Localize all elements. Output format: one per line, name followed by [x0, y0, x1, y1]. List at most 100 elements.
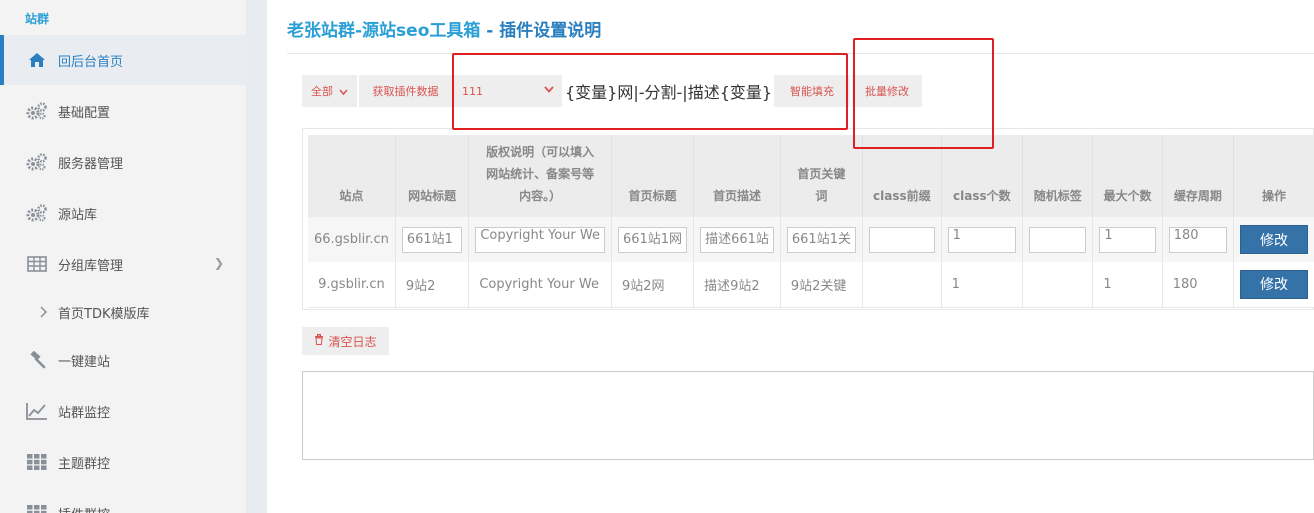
max-count-input[interactable]: 1 [1099, 226, 1156, 253]
edit-button[interactable]: 修改 [1239, 225, 1308, 254]
edit-button[interactable]: 修改 [1239, 269, 1308, 299]
sidebar: 站群 回后台首页 基础配置 服务器管理 源站库 分组库管理 ❯ 首页TDK模版库… [0, 0, 246, 513]
sidebar-item-home[interactable]: 回后台首页 [0, 35, 246, 85]
smart-fill-button[interactable]: 智能填充 [774, 75, 850, 107]
action-cell: 修改 [1233, 262, 1314, 308]
class-count-value: 1 [951, 276, 960, 292]
column-header: 随机标签 [1022, 135, 1094, 217]
sidebar-item-monitor[interactable]: 站群监控 [0, 386, 246, 436]
copyright-input[interactable]: Copyright Your We [475, 226, 605, 253]
line-chart-icon [26, 402, 48, 420]
home-desc-cell: 描述9站2 [693, 262, 781, 308]
sidebar-item-basic-config[interactable]: 基础配置 [0, 86, 246, 136]
log-textarea[interactable] [302, 371, 1314, 460]
table-icon [26, 255, 48, 273]
home-desc-cell: 描述661站 [693, 217, 781, 262]
column-header: class个数 [941, 135, 1024, 217]
chevron-right-icon: ❯ [213, 256, 224, 270]
random-tag-input[interactable] [1029, 226, 1087, 253]
sidebar-item-tdk-templates[interactable]: 首页TDK模版库 [0, 287, 246, 337]
sidebar-item-label: 站群监控 [58, 405, 111, 421]
title-cell: 9站2 [395, 262, 470, 308]
page-title-main: 老张站群-源站seo工具箱 [287, 21, 481, 41]
cache-period-input[interactable]: 180 [1168, 226, 1227, 253]
grid-icon [26, 504, 48, 513]
copyright-cell: Copyright Your We [468, 217, 612, 262]
home-desc-input[interactable]: 描述661站 [700, 226, 774, 253]
column-header: 首页描述 [693, 135, 781, 217]
class-count-input[interactable]: 1 [947, 226, 1017, 253]
sidebar-item-label: 回后台首页 [58, 54, 124, 70]
page-title: 老张站群-源站seo工具箱 - 插件设置说明 [287, 16, 601, 41]
sidebar-item-server-manage[interactable]: 服务器管理 [0, 137, 246, 187]
column-header: 缓存周期 [1162, 135, 1234, 217]
sidebar-item-group-manage[interactable]: 分组库管理 ❯ [0, 239, 246, 289]
random-tag-cell [1022, 217, 1094, 262]
cache-period-value: 180 [1172, 276, 1198, 292]
table-row: 66.gsblir.cn 661站1 Copyright Your We 661… [308, 217, 1314, 262]
home-title-value: 9站2网 [621, 278, 665, 294]
column-header: 网站标题 [395, 135, 470, 217]
template-text-input[interactable]: {变量}网|-分割-|描述{变量} [565, 79, 771, 103]
sidebar-item-plugin-control[interactable]: 插件群控 [0, 488, 246, 513]
chevron-down-icon [544, 83, 554, 96]
column-header: 首页关键词 [780, 135, 863, 217]
main-content: 老张站群-源站seo工具箱 - 插件设置说明 全部 获取插件数据 111 {变量… [267, 0, 1314, 513]
sidebar-header: 站群 [25, 12, 50, 26]
site-cell: 66.gsblir.cn [308, 217, 396, 262]
sidebar-item-theme-control[interactable]: 主题群控 [0, 437, 246, 487]
site-select[interactable]: 111 [454, 75, 562, 107]
column-header: 操作 [1233, 135, 1314, 217]
column-header: 版权说明（可以填入网站统计、备案号等内容。） [468, 135, 612, 217]
sidebar-scrollbar[interactable] [246, 0, 267, 513]
copyright-value: Copyright Your We [479, 276, 599, 292]
trash-icon [314, 334, 324, 348]
max-count-cell: 1 [1092, 217, 1163, 262]
fetch-plugin-data-button[interactable]: 获取插件数据 [359, 75, 452, 107]
sidebar-item-label: 一键建站 [58, 354, 111, 370]
chevron-right-icon [38, 303, 50, 321]
gavel-icon [26, 351, 48, 369]
column-header: class前缀 [862, 135, 942, 217]
class-count-cell: 1 [941, 217, 1024, 262]
sidebar-item-label: 主题群控 [58, 456, 111, 472]
cache-period-cell: 180 [1162, 217, 1234, 262]
sidebar-item-label: 分组库管理 [58, 258, 124, 274]
sidebar-item-label: 源站库 [58, 207, 98, 223]
gears-icon [26, 153, 48, 171]
batch-edit-button[interactable]: 批量修改 [852, 75, 922, 107]
gears-icon [26, 204, 48, 222]
clear-log-button[interactable]: 清空日志 [302, 327, 389, 355]
sidebar-item-label: 首页TDK模版库 [58, 306, 150, 322]
home-keywords-value: 9站2关键 [790, 278, 847, 294]
home-desc-value: 描述9站2 [704, 278, 760, 294]
table-header-row: 站点 网站标题 版权说明（可以填入网站统计、备案号等内容。） 首页标题 首页描述… [308, 135, 1314, 217]
class-prefix-cell [862, 217, 942, 262]
sidebar-item-one-click-build[interactable]: 一键建站 [0, 335, 246, 385]
filter-label: 全部 [311, 85, 333, 98]
filter-dropdown[interactable]: 全部 [302, 75, 357, 107]
table-row: 9.gsblir.cn 9站2 Copyright Your We 9站2网 描… [308, 262, 1314, 308]
sidebar-item-source-library[interactable]: 源站库 [0, 188, 246, 238]
title-value: 9站2 [405, 278, 436, 294]
title-input[interactable]: 661站1 [401, 226, 463, 253]
grid-icon [26, 453, 48, 471]
class-prefix-cell [862, 262, 942, 308]
home-keywords-cell: 9站2关键 [780, 262, 863, 308]
sidebar-item-label: 基础配置 [58, 105, 111, 121]
home-keywords-input[interactable]: 661站1关 [786, 226, 856, 253]
column-header: 首页标题 [611, 135, 695, 217]
title-divider [287, 53, 1314, 54]
title-cell: 661站1 [395, 217, 470, 262]
class-prefix-input[interactable] [868, 226, 935, 253]
home-icon [26, 51, 48, 69]
cache-period-cell: 180 [1162, 262, 1234, 308]
random-tag-cell [1022, 262, 1094, 308]
sidebar-item-label: 服务器管理 [58, 156, 124, 172]
home-keywords-cell: 661站1关 [780, 217, 863, 262]
page-title-separator: - [480, 21, 500, 41]
chevron-down-icon [339, 85, 348, 98]
copyright-cell: Copyright Your We [468, 262, 612, 308]
clear-log-label: 清空日志 [328, 334, 377, 349]
home-title-input[interactable]: 661站1网 [617, 226, 688, 253]
